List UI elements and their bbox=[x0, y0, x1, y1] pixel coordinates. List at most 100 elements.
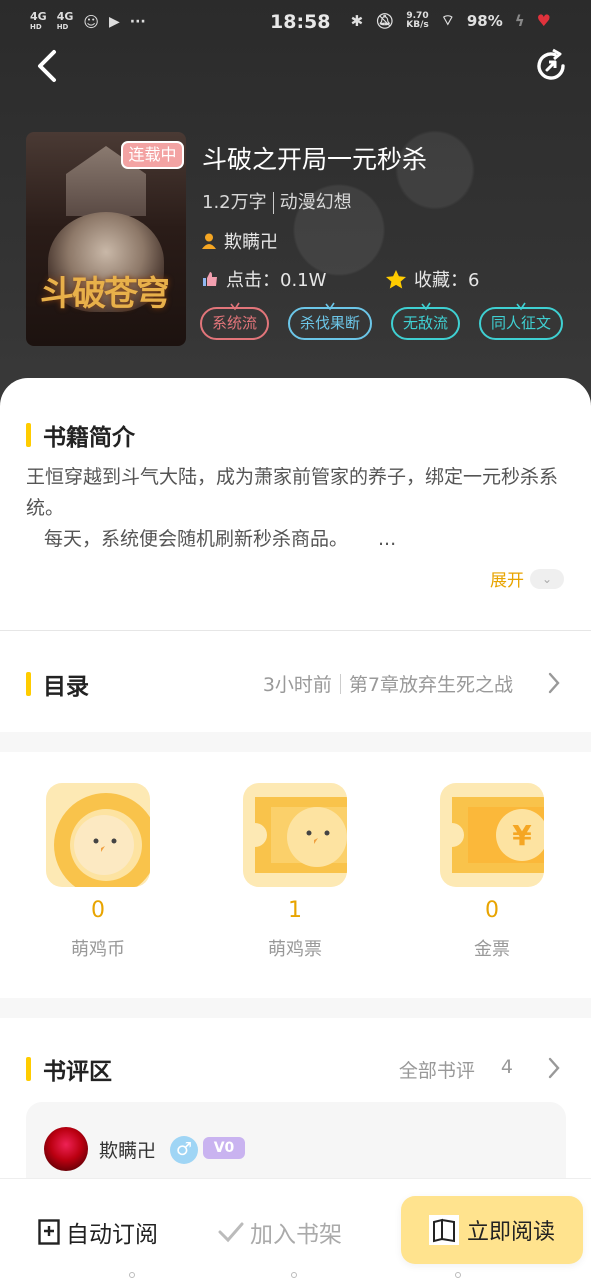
book-category[interactable]: 动漫幻想 bbox=[280, 192, 352, 213]
toc-separator bbox=[339, 673, 341, 694]
divider bbox=[0, 630, 591, 631]
meta-separator bbox=[272, 192, 274, 214]
read-now-label: 立即阅读 bbox=[466, 1220, 555, 1245]
chevron-right-icon[interactable] bbox=[547, 1057, 561, 1079]
auto-subscribe-label: 自动订阅 bbox=[66, 1222, 158, 1248]
signal-2-label: 4G bbox=[56, 10, 74, 23]
add-to-shelf-button[interactable]: 加入书架 bbox=[218, 1215, 342, 1249]
ticket-icon[interactable] bbox=[243, 783, 347, 887]
book-meta: 1.2万字 动漫幻想 bbox=[202, 188, 352, 214]
coin-icon[interactable] bbox=[46, 783, 150, 887]
wifi-icon: ⌔ bbox=[440, 11, 455, 29]
chevron-right-icon[interactable] bbox=[547, 672, 561, 694]
nav-dot bbox=[129, 1272, 135, 1278]
favorite-count-label: 收藏：6 bbox=[414, 270, 480, 291]
intro-ellipsis: ... bbox=[378, 528, 397, 550]
thumbs-up-icon bbox=[203, 272, 217, 286]
ticket-graphic bbox=[255, 797, 347, 873]
intro-line-1: 王恒穿越到斗气大陆，成为萧家前管家的养子，绑定一元秒杀系统。 bbox=[26, 466, 559, 519]
intro-line-2-row: 每天，系统便会随机刷新秒杀商品。... bbox=[26, 524, 566, 555]
video-app-icon: ▶ bbox=[109, 14, 120, 30]
gold-ticket-graphic: ¥ bbox=[452, 797, 544, 873]
network-speed: 9.70 KB/s bbox=[406, 11, 429, 30]
section-accent-bar bbox=[26, 423, 31, 447]
star-icon bbox=[386, 269, 406, 288]
toc-heading: 目录 bbox=[26, 667, 89, 701]
intro-heading-text: 书籍简介 bbox=[43, 425, 135, 451]
book-author[interactable]: 欺瞒卍 bbox=[202, 228, 278, 254]
signal-2: 4G HD bbox=[56, 10, 74, 32]
tag-tick-icon bbox=[516, 302, 526, 311]
expand-label: 展开 bbox=[490, 571, 524, 591]
add-to-shelf-label: 加入书架 bbox=[250, 1222, 342, 1248]
chevron-down-icon: ⌄ bbox=[530, 568, 564, 589]
ticket-count: 1 bbox=[288, 898, 302, 923]
male-gender-icon: ♂ bbox=[170, 1136, 198, 1164]
back-arrow-icon[interactable] bbox=[30, 48, 66, 84]
share-refresh-icon[interactable] bbox=[533, 48, 569, 84]
toc-latest-chapter: 第7章放弃生死之战 bbox=[348, 674, 513, 696]
signal-1-sub: HD bbox=[30, 23, 42, 31]
click-count: 点击：0.1W bbox=[202, 266, 326, 292]
tag-label: 无敌流 bbox=[403, 314, 449, 332]
chat-app-icon: ☺ bbox=[83, 13, 100, 31]
expand-button[interactable]: 展开 ⌄ bbox=[490, 566, 564, 591]
cover-title: 斗破苍穹 bbox=[40, 274, 170, 314]
net-speed-unit: KB/s bbox=[406, 19, 429, 30]
vip-level-badge: V0 bbox=[203, 1137, 245, 1159]
favorite-count: 收藏：6 bbox=[386, 266, 479, 292]
reviewer-name[interactable]: 欺瞒卍 bbox=[99, 1136, 156, 1163]
section-gap bbox=[0, 998, 591, 1018]
section-accent-bar bbox=[26, 672, 31, 696]
avatar[interactable] bbox=[44, 1127, 88, 1171]
toc-latest[interactable]: 3小时前 第7章放弃生死之战 bbox=[263, 670, 513, 697]
author-icon bbox=[202, 233, 216, 249]
nav-dot bbox=[455, 1272, 461, 1278]
click-count-label: 点击：0.1W bbox=[226, 270, 327, 291]
more-notifications-icon: ··· bbox=[129, 14, 146, 30]
tag-item[interactable]: 系统流 bbox=[200, 302, 270, 340]
signal-1-label: 4G bbox=[30, 10, 47, 23]
gold-ticket-icon[interactable]: ¥ bbox=[440, 783, 544, 887]
tag-tick-icon bbox=[420, 302, 431, 311]
tag-item[interactable]: 无敌流 bbox=[391, 302, 461, 340]
checkmark-icon bbox=[218, 1222, 244, 1243]
book-open-icon bbox=[428, 1215, 459, 1245]
toc-heading-text: 目录 bbox=[43, 674, 89, 700]
bookmark-add-icon bbox=[38, 1219, 60, 1245]
word-count: 1.2万字 bbox=[202, 192, 267, 213]
book-detail-page: 4G HD 4G HD ☺ ▶ ··· 18:58 ✱ 🔕︎ 9.70 KB/s ⌔ … bbox=[0, 0, 591, 1280]
read-now-button[interactable]: 立即阅读 bbox=[401, 1196, 583, 1264]
all-reviews-label: 全部书评 bbox=[398, 1060, 475, 1082]
mute-icon: 🔕︎ bbox=[375, 11, 395, 30]
serial-status-badge: 连载中 bbox=[121, 141, 184, 169]
battery-percent: 98% bbox=[466, 11, 503, 30]
tag-tick-icon bbox=[229, 302, 240, 311]
tag-item[interactable]: 杀伐果断 bbox=[288, 302, 373, 340]
ticket-label: 萌鸡票 bbox=[268, 939, 322, 960]
all-reviews-link[interactable]: 全部书评 4 bbox=[399, 1056, 513, 1083]
status-left: 4G HD 4G HD ☺ ▶ ··· bbox=[30, 10, 146, 32]
intro-heading: 书籍简介 bbox=[26, 418, 135, 452]
review-count: 4 bbox=[500, 1056, 513, 1078]
review-heading: 书评区 bbox=[26, 1052, 112, 1086]
toc-updated-time: 3小时前 bbox=[262, 674, 332, 696]
tag-label: 杀伐果断 bbox=[300, 314, 361, 332]
tag-list: 系统流 杀伐果断 无敌流 同人征文 bbox=[200, 302, 564, 340]
tag-tick-icon bbox=[325, 302, 335, 311]
intro-line-2: 每天，系统便会随机刷新秒杀商品。 bbox=[44, 528, 349, 550]
coin-graphic bbox=[54, 793, 150, 887]
charging-icon: ϟ bbox=[514, 11, 525, 30]
section-accent-bar bbox=[26, 1057, 31, 1081]
signal-2-sub: HD bbox=[56, 23, 69, 31]
heart-icon: ♥ bbox=[536, 11, 551, 30]
section-gap bbox=[0, 732, 591, 752]
coin-label: 萌鸡币 bbox=[71, 939, 125, 960]
coin-count: 0 bbox=[91, 898, 105, 923]
tag-item[interactable]: 同人征文 bbox=[479, 302, 564, 340]
author-name: 欺瞒卍 bbox=[224, 232, 278, 253]
bluetooth-icon: ✱ bbox=[350, 11, 364, 30]
intro-text: 王恒穿越到斗气大陆，成为萧家前管家的养子，绑定一元秒杀系统。 每天，系统便会随机… bbox=[26, 462, 566, 555]
book-title: 斗破之开局一元秒杀 bbox=[202, 145, 428, 174]
auto-subscribe-button[interactable]: 自动订阅 bbox=[38, 1215, 158, 1249]
